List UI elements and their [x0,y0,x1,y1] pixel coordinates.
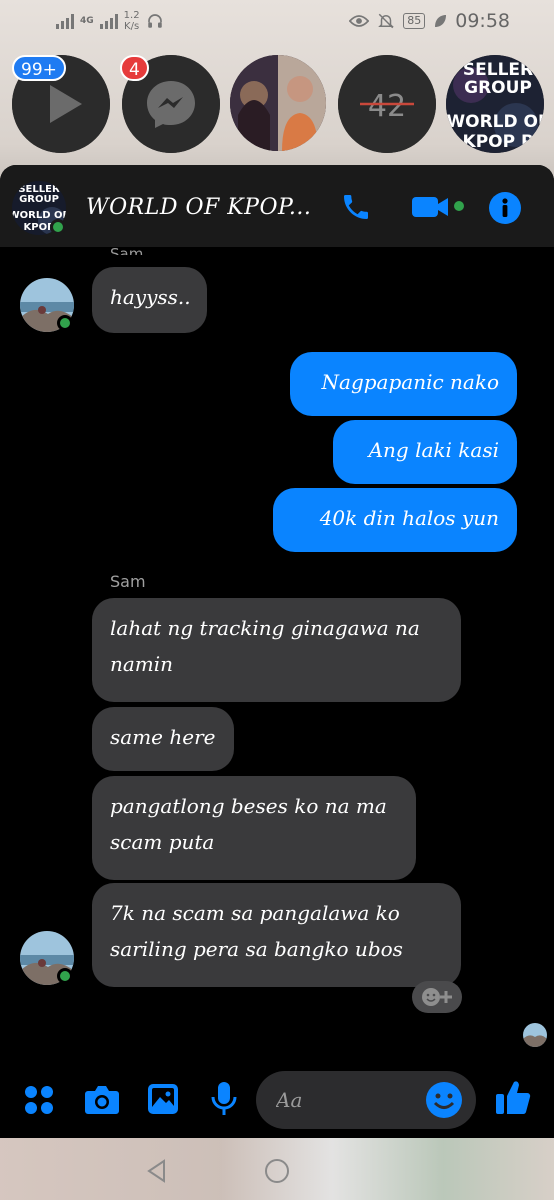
group-avatar-large: SELLER GROUP WORLD OF KPOP P [446,55,544,153]
chat-head-group[interactable]: SELLER GROUP WORLD OF KPOP P [446,55,544,153]
clock: 09:58 [455,10,510,32]
eye-icon [349,15,370,27]
navigation-bar [0,1138,554,1200]
apps-icon[interactable] [24,1085,54,1115]
chat-panel: SELLER GROUP WORLD OF KPOP WORLD OF KPOP… [0,165,554,1138]
chat-head-photo-contact[interactable] [230,55,326,151]
chat-head-badge-2: 4 [120,55,149,81]
speed-value: 1.2 [123,10,140,21]
message-incoming[interactable]: hayyss.. [92,267,207,333]
svg-text:SELLER: SELLER [463,60,533,80]
headphones-icon [147,14,162,28]
chat-head-contact-42[interactable]: 42 [338,55,436,153]
sam-online-indicator [57,968,73,984]
message-incoming[interactable]: lahat ng tracking ginagawa na namin [92,598,461,702]
video-icon[interactable] [410,193,452,221]
emoji-plus-icon [422,988,452,1006]
network-speed: 1.2 K/s [124,10,140,32]
contact-photo [230,55,326,151]
thumbs-up-icon[interactable] [494,1077,532,1117]
signal-icon [56,13,74,29]
message-outgoing[interactable]: Ang laki kasi [333,420,517,484]
phone-icon[interactable] [340,191,372,223]
back-icon[interactable] [144,1158,170,1184]
camera-icon[interactable] [84,1083,120,1115]
chat-heads-row: 99+ 4 42 SELLER GROUP WORLD OF KPOP P [0,55,554,155]
gallery-icon[interactable] [147,1083,179,1115]
chat-title[interactable]: WORLD OF KPOP... [86,195,311,220]
network-type: 4G [80,15,94,26]
message-incoming[interactable]: pangatlong beses ko na ma scam puta [92,776,416,880]
seen-avatar-image [523,1023,547,1047]
home-icon[interactable] [264,1158,290,1184]
svg-text:GROUP: GROUP [464,78,532,98]
speed-unit: K/s [124,21,140,32]
seen-receipt-avatar [523,1023,547,1047]
message-outgoing[interactable]: Nagpapanic nako [290,352,517,416]
leaf-icon [435,15,447,27]
svg-text:GROUP: GROUP [19,194,59,205]
status-bar: 4G 1.2 K/s 85 09:58 [0,0,554,44]
group-online-indicator [50,219,66,235]
sender-name-top: Sam [110,245,144,255]
svg-text:WORLD OF: WORLD OF [446,112,544,132]
message-incoming[interactable]: same here [92,707,234,771]
message-incoming[interactable]: 7k na scam sa pangalawa ko sariling pera… [92,883,461,987]
video-online-indicator [452,199,466,213]
chat-head-badge-1: 99+ [12,55,66,81]
bell-muted-icon [378,13,395,29]
mic-icon[interactable] [210,1081,238,1117]
svg-text:42: 42 [368,89,406,124]
crossed-42-icon: 42 [338,55,436,153]
signal-icon-2 [99,13,118,29]
message-composer [0,1063,554,1138]
add-reaction-button[interactable] [412,981,462,1013]
sam-online-indicator-top [57,315,73,331]
svg-text:KPOP P: KPOP P [463,132,534,152]
emoji-icon[interactable] [424,1080,464,1120]
info-icon[interactable] [488,191,522,225]
sender-name: Sam [110,572,146,591]
message-outgoing[interactable]: 40k din halos yun [273,488,517,552]
battery-indicator: 85 [403,13,426,29]
chat-header: SELLER GROUP WORLD OF KPOP WORLD OF KPOP… [0,165,554,247]
